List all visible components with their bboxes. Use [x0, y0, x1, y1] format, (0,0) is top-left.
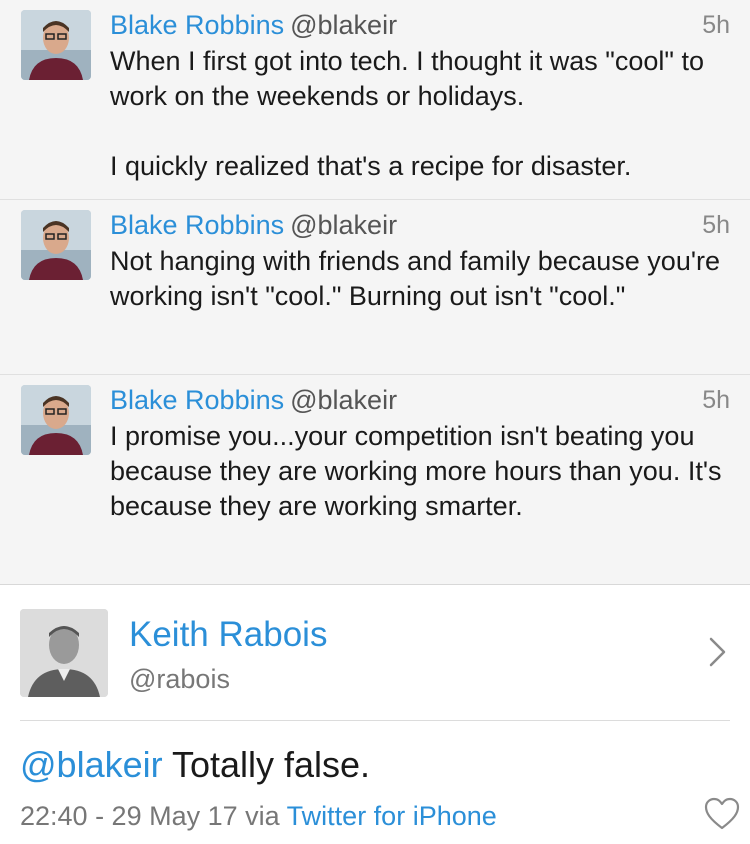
tweet-text: Not hanging with friends and family beca…	[110, 246, 728, 311]
avatar[interactable]	[21, 210, 91, 280]
author-name[interactable]: Blake Robbins	[110, 385, 284, 415]
mention-link[interactable]: @blakeir	[20, 744, 163, 785]
author-name[interactable]: Blake Robbins	[110, 10, 284, 40]
source-link[interactable]: Twitter for iPhone	[287, 801, 497, 831]
thread-tweet[interactable]: Blake Robbins @blakeir 5h When I first go…	[0, 0, 750, 200]
tweet-time: 5h	[702, 386, 730, 414]
avatar[interactable]	[21, 10, 91, 80]
author-handle[interactable]: @rabois	[129, 663, 230, 695]
author-name[interactable]: Blake Robbins	[110, 210, 284, 240]
tweet-time: 5h	[702, 211, 730, 239]
author-handle[interactable]: @blakeir	[290, 210, 397, 240]
tweet-header: Blake Robbins @blakeir 5h	[110, 8, 730, 42]
tweet-header: Blake Robbins @blakeir 5h	[110, 383, 730, 417]
tweet-header: Blake Robbins @blakeir 5h	[110, 208, 730, 242]
main-tweet: Keith Rabois @rabois @blakeir Totally fa…	[0, 585, 750, 844]
divider	[20, 720, 730, 721]
timestamp: 22:40 - 29 May 17 via	[20, 801, 287, 831]
tweet-time: 5h	[702, 11, 730, 39]
tweet-text: When I first got into tech. I thought it…	[110, 46, 704, 181]
tweet-body: @blakeir Totally false.	[20, 743, 370, 787]
author-name[interactable]: Keith Rabois	[129, 615, 327, 655]
tweet-text: Totally false.	[162, 744, 371, 785]
author-handle[interactable]: @blakeir	[290, 10, 397, 40]
avatar[interactable]	[21, 385, 91, 455]
reply-thread: Blake Robbins @blakeir 5h When I first go…	[0, 0, 750, 585]
thread-tweet[interactable]: Blake Robbins @blakeir 5h Not hanging wit…	[0, 200, 750, 375]
tweet-text: I promise you...your competition isn't b…	[110, 421, 729, 521]
thread-tweet[interactable]: Blake Robbins @blakeir 5h I promise you..…	[0, 375, 750, 585]
chevron-right-icon[interactable]	[708, 635, 728, 669]
avatar[interactable]	[20, 609, 108, 697]
tweet-meta: 22:40 - 29 May 17 via Twitter for iPhone	[20, 799, 497, 833]
heart-icon[interactable]	[704, 797, 740, 831]
author-handle[interactable]: @blakeir	[290, 385, 397, 415]
